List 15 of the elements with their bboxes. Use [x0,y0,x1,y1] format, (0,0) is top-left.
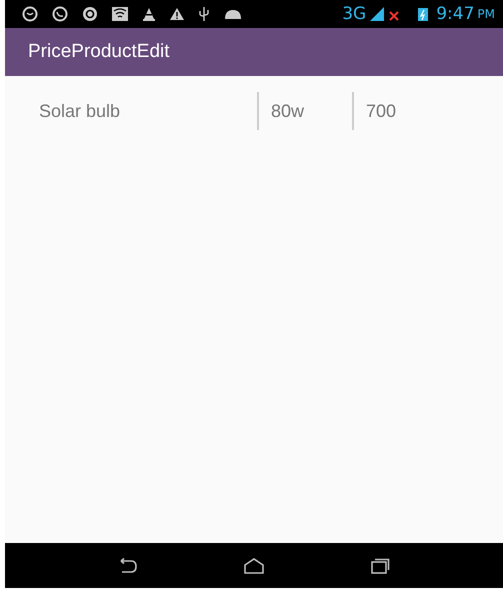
warning-icon [169,6,185,22]
cone-icon [141,6,157,22]
recent-apps-icon [369,558,391,574]
signal-icon [369,6,386,22]
product-price: 700 [365,100,396,122]
wifi-icon [111,6,129,22]
battery-icon [417,6,430,22]
network-type: 3G [342,4,366,24]
app-title: PriceProductEdit [28,41,170,63]
product-size: 80w [270,100,306,122]
usb-icon [197,6,211,22]
clock-period: PM [477,7,495,21]
clock-time: 9:47 [436,4,474,24]
product-name: Solar bulb [38,100,122,122]
home-icon [243,558,265,574]
